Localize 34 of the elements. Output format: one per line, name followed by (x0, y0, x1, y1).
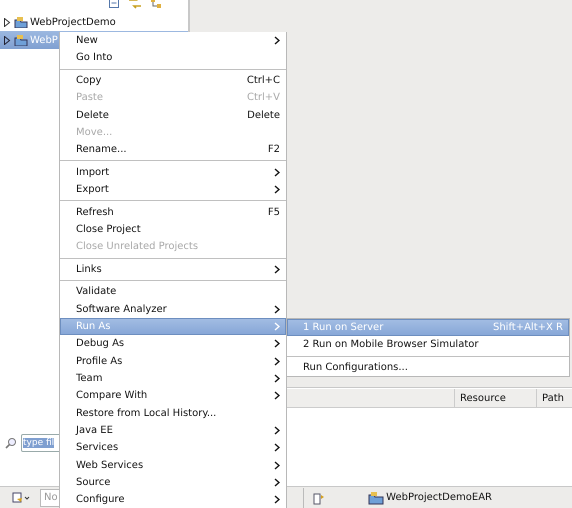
tree-item[interactable]: WebProjectDemo (0, 13, 188, 31)
menu-item[interactable]: Source (60, 474, 286, 492)
menu-item[interactable]: Profile As (60, 352, 286, 370)
menu-item[interactable]: Software Analyzer (60, 300, 286, 318)
menu-item[interactable]: Go Into (60, 49, 286, 67)
menu-item[interactable]: Import (60, 164, 286, 181)
column-header[interactable]: Resource (455, 389, 537, 407)
menu-item[interactable]: Restore from Local History... (60, 404, 286, 422)
menu-item[interactable]: Links (60, 260, 286, 278)
menu-item[interactable]: Rename... F2 (60, 141, 286, 158)
menu-item[interactable]: Export (60, 181, 286, 198)
collapse-all-icon[interactable] (108, 0, 120, 9)
menu-item[interactable]: New (60, 32, 286, 50)
server-icon (313, 490, 326, 504)
menu-item[interactable]: Debug As (60, 335, 286, 353)
menu-item[interactable]: Run Configurations... (287, 358, 569, 376)
search-icon (5, 437, 17, 449)
menu-item[interactable]: Delete Delete (60, 106, 286, 124)
project-icon (14, 34, 28, 46)
menu-item[interactable]: Team (60, 370, 286, 388)
hierarchy-icon[interactable] (150, 0, 162, 9)
project-icon (368, 490, 384, 504)
menu-item[interactable]: Copy Ctrl+C (60, 72, 286, 90)
column-header[interactable]: Path (537, 389, 572, 407)
menu-item[interactable]: Web Services (60, 456, 286, 474)
menu-item[interactable]: Configure (60, 491, 286, 508)
menu-item[interactable]: 2 Run on Mobile Browser Simulator (287, 336, 569, 354)
menu-item[interactable]: Compare With (60, 387, 286, 404)
project-name: WebProjectDemoEAR (386, 492, 492, 503)
run-menu-icon[interactable] (12, 492, 30, 504)
menu-item[interactable]: Close Project (60, 220, 286, 238)
menu-item[interactable]: Refresh F5 (60, 204, 286, 221)
project-icon (14, 16, 28, 28)
menu-item[interactable]: Validate (60, 283, 286, 301)
